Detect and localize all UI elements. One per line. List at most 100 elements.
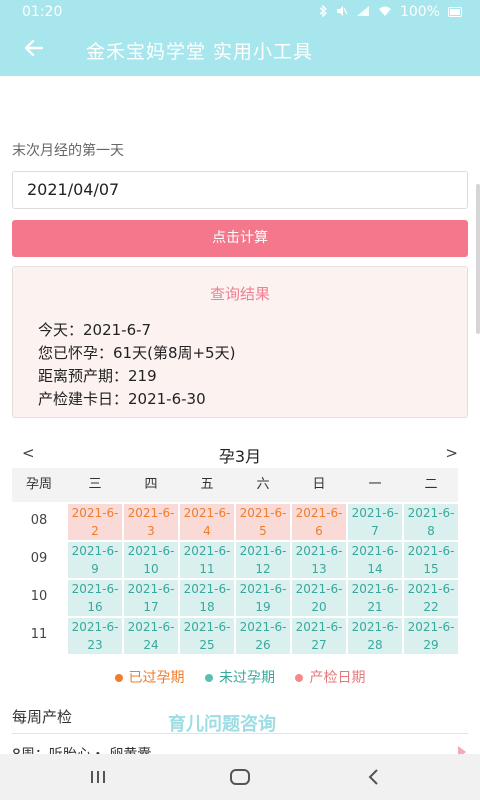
calendar-day-cell[interactable]: 2021-6- 18 [180,580,234,616]
day-date-number: 23 [87,638,103,652]
calendar-title: 孕3月 [218,447,262,466]
calendar-day-cell[interactable]: 2021-6- 17 [124,580,178,616]
calendar-day-cell[interactable]: 2021-6- 8 [404,504,458,540]
day-date-prefix: 2021-6- [407,506,455,520]
week-column-header: 孕周 [25,477,52,492]
due-countdown-line: 距离预产期：219 [38,367,157,385]
home-icon[interactable] [220,764,260,790]
calendar-day-cell[interactable]: 2021-6- 28 [348,618,402,654]
status-time: 01:20 [22,4,63,20]
day-date-prefix: 2021-6- [71,582,119,596]
day-date-prefix: 2021-6- [183,582,231,596]
legend-past: 已过孕期 [114,670,185,686]
calendar-day-cell[interactable]: 2021-6- 19 [236,580,290,616]
day-header: 二 [424,477,438,492]
scrollbar[interactable] [476,184,480,334]
week-number: 11 [30,627,48,642]
legend-future: 未过孕期 [205,670,275,686]
back-arrow-icon[interactable] [22,36,46,60]
checkup-card-line: 产检建卡日：2021-6-30 [38,390,206,408]
day-date-number: 17 [143,600,159,614]
battery-percent: 100% [399,4,440,20]
today-line: 今天：2021-6-7 [38,321,152,339]
day-date-prefix: 2021-6- [295,620,343,634]
day-date-prefix: 2021-6- [127,544,175,558]
calendar-day-cell[interactable]: 2021-6- 3 [124,504,178,540]
day-date-prefix: 2021-6- [183,506,231,520]
system-nav-bar [0,754,480,800]
calendar-day-cell[interactable]: 2021-6- 15 [404,542,458,578]
day-date-number: 9 [91,562,99,576]
calendar-day-cell[interactable]: 2021-6- 13 [292,542,346,578]
legend-checkup: 产检日期 [295,670,365,686]
day-date-number: 15 [423,562,439,576]
calendar-day-cell[interactable]: 2021-6- 14 [348,542,402,578]
calendar-day-cell[interactable]: 2021-6- 4 [180,504,234,540]
day-date-prefix: 2021-6- [295,582,343,596]
day-date-number: 21 [367,600,383,614]
calendar-day-cell[interactable]: 2021-6- 7 [348,504,402,540]
calendar-day-cell[interactable]: 2021-6- 6 [292,504,346,540]
day-date-number: 28 [367,638,383,652]
day-date-prefix: 2021-6- [239,506,287,520]
day-date-number: 27 [311,638,327,652]
day-date-prefix: 2021-6- [351,506,399,520]
pink-dot-icon [295,674,304,682]
back-icon[interactable] [354,764,394,790]
day-date-number: 24 [143,638,159,652]
day-date-prefix: 2021-6- [351,620,399,634]
day-date-prefix: 2021-6- [407,544,455,558]
status-bar: 01:20 100% [0,0,480,24]
day-date-prefix: 2021-6- [71,620,119,634]
calendar-day-cell[interactable]: 2021-6- 2 [68,504,122,540]
weekly-checkup-title: 每周产检 [12,708,73,726]
divider [12,733,468,734]
day-date-number: 22 [423,600,439,614]
calendar-day-cell[interactable]: 2021-6- 10 [124,542,178,578]
day-date-number: 10 [143,562,159,576]
battery-icon [448,7,462,17]
day-date-prefix: 2021-6- [183,620,231,634]
calendar-day-cell[interactable]: 2021-6- 29 [404,618,458,654]
calendar-day-cell[interactable]: 2021-6- 21 [348,580,402,616]
day-date-prefix: 2021-6- [71,544,119,558]
day-date-prefix: 2021-6- [239,620,287,634]
day-date-number: 20 [311,600,327,614]
calendar-legend: 已过孕期 未过孕期 产检日期 [0,667,480,687]
day-date-number: 13 [311,562,327,576]
calculate-button[interactable]: 点击计算 [12,220,468,257]
day-date-prefix: 2021-6- [239,544,287,558]
day-date-number: 7 [371,524,379,538]
calendar-next-button[interactable]: > [445,444,458,462]
calendar-day-cell[interactable]: 2021-6- 23 [68,618,122,654]
day-date-prefix: 2021-6- [407,620,455,634]
day-date-number: 11 [199,562,215,576]
day-date-number: 6 [315,524,323,538]
day-date-number: 16 [87,600,103,614]
calendar-day-cell[interactable]: 2021-6- 22 [404,580,458,616]
result-title: 查询结果 [209,285,270,303]
day-date-number: 4 [203,524,211,538]
calendar-day-cell[interactable]: 2021-6- 5 [236,504,290,540]
calendar-day-cell[interactable]: 2021-6- 24 [124,618,178,654]
day-date-number: 14 [367,562,383,576]
bluetooth-icon [318,3,328,20]
lmp-label: 末次月经的第一天 [12,143,124,159]
calendar-day-cell[interactable]: 2021-6- 12 [236,542,290,578]
day-header: 三 [88,477,102,492]
week-number: 08 [30,513,48,528]
calendar-day-cell[interactable]: 2021-6- 25 [180,618,234,654]
recents-icon[interactable] [78,764,118,790]
day-date-prefix: 2021-6- [351,544,399,558]
calendar-day-cell[interactable]: 2021-6- 16 [68,580,122,616]
day-date-number: 29 [423,638,439,652]
day-header: 日 [312,477,326,492]
calendar-day-cell[interactable]: 2021-6- 11 [180,542,234,578]
lmp-date-field[interactable]: 2021/04/07 [12,171,468,209]
day-header: 四 [144,477,158,492]
day-date-prefix: 2021-6- [407,582,455,596]
calendar-day-cell[interactable]: 2021-6- 20 [292,580,346,616]
calendar-day-cell[interactable]: 2021-6- 27 [292,618,346,654]
calendar-day-cell[interactable]: 2021-6- 9 [68,542,122,578]
calendar-day-cell[interactable]: 2021-6- 26 [236,618,290,654]
